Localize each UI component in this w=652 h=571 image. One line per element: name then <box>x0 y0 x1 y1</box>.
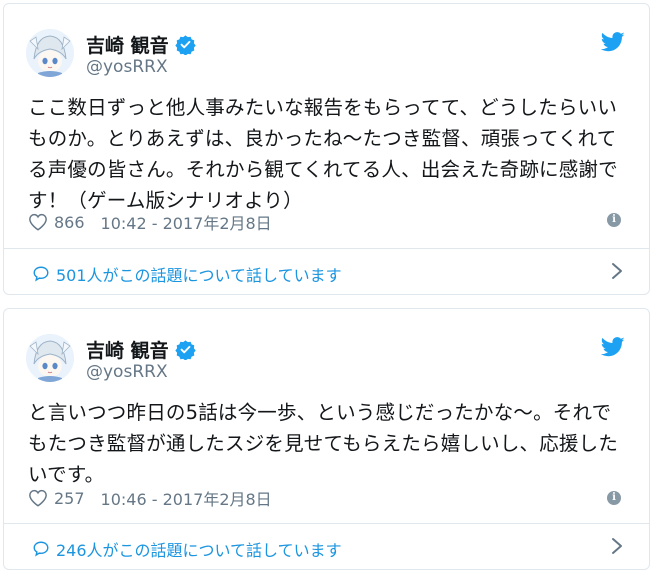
like-count[interactable]: 866 <box>54 213 85 232</box>
speech-bubble-icon <box>32 540 50 558</box>
twitter-bird-icon[interactable] <box>600 32 625 52</box>
divider <box>4 523 649 524</box>
like-count[interactable]: 257 <box>54 489 85 508</box>
verified-badge-icon <box>174 34 196 56</box>
author-name-label[interactable]: 吉崎 観音 <box>86 31 169 58</box>
conversation-label[interactable]: 501人がこの話題について話しています <box>56 262 342 286</box>
heart-icon[interactable] <box>28 213 48 231</box>
conversation-link[interactable]: 501人がこの話題について話しています <box>32 262 342 286</box>
twitter-bird-icon[interactable] <box>600 337 625 357</box>
chevron-right-icon[interactable] <box>611 537 623 555</box>
chevron-right-icon[interactable] <box>611 262 623 280</box>
conversation-label[interactable]: 246人がこの話題について話しています <box>56 537 342 561</box>
info-icon[interactable]: i <box>607 213 621 227</box>
tweet-card[interactable]: 吉崎 観音 @yosRRX と言いつつ昨日の5話は今一歩、という感じだったかな～… <box>3 308 650 570</box>
tweet-meta: 257 10:46 - 2017年2月8日 <box>28 486 272 510</box>
heart-icon[interactable] <box>28 489 48 507</box>
speech-bubble-icon <box>32 265 50 283</box>
divider <box>4 248 649 249</box>
info-icon[interactable]: i <box>607 491 621 505</box>
tweet-text: と言いつつ昨日の5話は今一歩、という感じだったかな～。それでもたつき監督が通した… <box>28 401 619 486</box>
verified-badge-icon <box>174 339 196 361</box>
tweet-meta: 866 10:42 - 2017年2月8日 <box>28 210 272 234</box>
author-handle[interactable]: @yosRRX <box>86 362 168 382</box>
tweet-timestamp[interactable]: 10:42 - 2017年2月8日 <box>101 210 272 234</box>
author-name[interactable]: 吉崎 観音 <box>86 336 196 363</box>
tweet-text: ここ数日ずっと他人事みたいな報告をもらってて、どうしたらいいものか。とりあえずは… <box>28 96 618 212</box>
tweet-card[interactable]: 吉崎 観音 @yosRRX ここ数日ずっと他人事みたいな報告をもらってて、どうし… <box>3 3 650 295</box>
avatar[interactable] <box>26 29 74 77</box>
conversation-link[interactable]: 246人がこの話題について話しています <box>32 537 342 561</box>
author-handle[interactable]: @yosRRX <box>86 57 168 77</box>
avatar[interactable] <box>26 334 74 382</box>
author-name[interactable]: 吉崎 観音 <box>86 31 196 58</box>
tweet-timestamp[interactable]: 10:46 - 2017年2月8日 <box>101 486 272 510</box>
author-name-label[interactable]: 吉崎 観音 <box>86 336 169 363</box>
